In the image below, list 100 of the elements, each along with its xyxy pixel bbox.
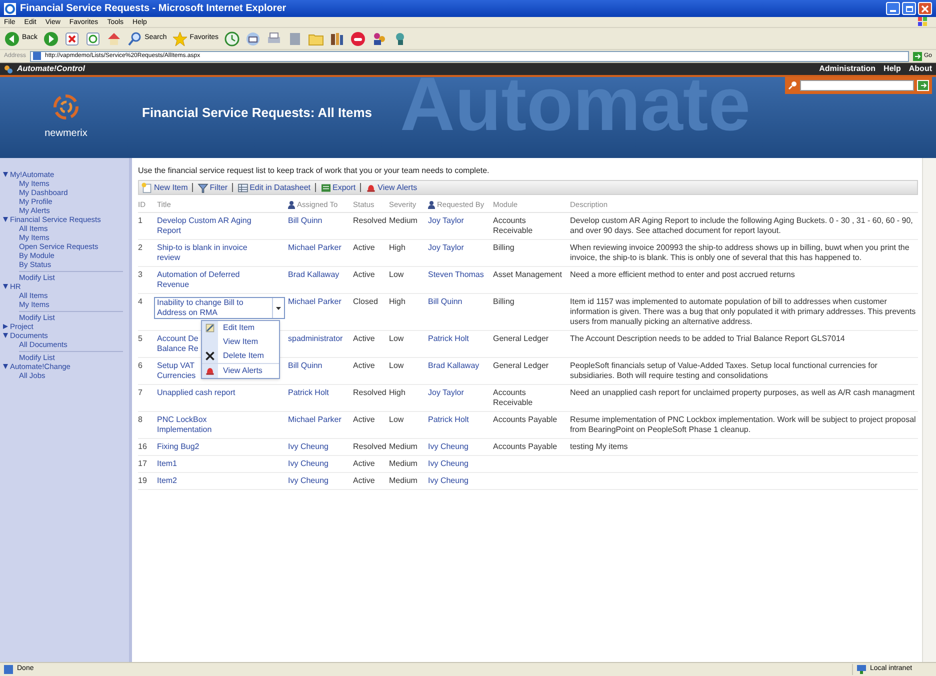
title-link[interactable]: Item1	[157, 459, 285, 470]
toolbar-action[interactable]: View Alerts	[364, 182, 418, 194]
title-link[interactable]: Unapplied cash report	[157, 388, 285, 398]
id-cell-text: 7	[138, 388, 144, 400]
toolbar-icon-button[interactable]	[244, 30, 261, 48]
window-title: Financial Service Requests - Microsoft Internet Explorer	[20, 2, 286, 16]
header-link[interactable]: Administration	[819, 63, 876, 75]
assignee-link[interactable]: Ivy Cheung	[288, 442, 350, 452]
module-cell-text: Accounts Receivable	[493, 216, 534, 236]
close-icon	[921, 4, 929, 12]
page-title: Financial Service Requests: All Items	[142, 104, 372, 122]
toolbar-icon-button[interactable]	[224, 30, 240, 48]
title-link[interactable]: Item2	[157, 476, 285, 486]
module-cell-text: Accounts Payable	[493, 442, 558, 452]
requester-link[interactable]: Patrick Holt	[428, 334, 490, 354]
id-cell-text: 16	[138, 442, 148, 452]
status-cell-text: Active	[353, 415, 376, 426]
module-cell-text: General Ledger	[493, 361, 550, 372]
requester-link[interactable]: Joy Taylor	[428, 216, 490, 236]
toolbar-icon-button[interactable]	[84, 30, 101, 48]
severity-cell-text: Medium	[389, 442, 418, 452]
requester-link[interactable]: Joy Taylor	[428, 388, 490, 408]
assignee-link[interactable]: Bill Quinn	[288, 361, 350, 382]
id-cell-text: 1	[138, 216, 144, 228]
maximize-button[interactable]	[902, 2, 916, 15]
assignee-link[interactable]: Michael Parker	[288, 243, 350, 264]
description-cell-text: Resume implementation of PNC Lockbox implementation. Work will be subject to project proposal from BearingPoint on PeopleSoft Phase 1 cleanup.	[570, 415, 917, 436]
title-link[interactable]: PNC LockBox Implementation	[157, 415, 285, 436]
search-field[interactable]	[800, 80, 914, 91]
header-link[interactable]: Help	[884, 63, 901, 75]
context-menu-item[interactable]: View Alerts	[202, 364, 279, 378]
status-cell: Resolved	[353, 442, 386, 452]
module-cell-text: Billing	[493, 243, 516, 254]
page-icon	[4, 665, 13, 674]
close-button[interactable]	[918, 2, 932, 15]
severity-cell-text: High	[389, 243, 406, 254]
toolbar-icon-button[interactable]	[64, 30, 80, 48]
status-cell-text: Resolved	[353, 216, 386, 228]
requester-link[interactable]: Patrick Holt	[428, 415, 490, 436]
id-cell-text: 17	[138, 459, 148, 470]
toolbar-icon-button[interactable]	[42, 30, 59, 48]
house-icon	[106, 30, 122, 46]
id-cell-text: 3	[138, 270, 144, 282]
description-cell-text: PeopleSoft financials setup of Value-Added Taxes. Setup local functional currencies for subsidiaries. Both will require testing and consolidations	[570, 361, 878, 382]
status-cell-text: Closed	[353, 297, 379, 308]
header-link[interactable]: About	[908, 63, 932, 75]
assignee-link[interactable]: Ivy Cheung	[288, 476, 350, 486]
banner-brand: newmerix	[44, 127, 88, 141]
requester-link[interactable]: Ivy Cheung	[428, 476, 490, 486]
title-link[interactable]: Develop Custom AR Aging Report	[157, 216, 285, 236]
title-link[interactable]: Automation of Deferred Revenue	[157, 270, 285, 290]
spreadsheet-icon	[320, 182, 332, 194]
assignee-link[interactable]: Michael Parker	[288, 415, 350, 436]
description-cell-text: Need a more efficient method to enter and post accrued returns	[570, 270, 796, 282]
toolbar-action[interactable]: Filter	[196, 182, 228, 194]
new-document-icon	[141, 182, 153, 194]
logo-icon	[4, 64, 13, 74]
toolbar-action[interactable]: New Item	[141, 182, 188, 194]
network-icon	[857, 665, 866, 674]
assignee-link[interactable]: Patrick Holt	[288, 388, 350, 408]
person-icon	[288, 200, 295, 209]
description-cell-text: Item id 1157 was implemented to automate population of bill to addresses when customer information is given. There was a bug that only populated it with primary addresses. This prevents users from manually picking an alternative address.	[570, 297, 917, 328]
search-go-button[interactable]	[917, 80, 929, 91]
status-cell-text: Resolved	[353, 388, 386, 400]
grid-icon	[236, 182, 249, 194]
requester-link[interactable]: Steven Thomas	[428, 270, 490, 290]
context-menu-item[interactable]: Delete Item	[202, 349, 279, 364]
page-icon	[33, 52, 42, 60]
key-icon	[788, 81, 797, 90]
requester-link[interactable]: Ivy Cheung	[428, 442, 490, 452]
description-cell-text: When reviewing invoice 200993 the ship-to address shows up in billing, buwt when you print the invoice, the ship-to is blank. This is onbly one of several that this has happened to.	[570, 243, 910, 264]
minimize-button[interactable]	[886, 2, 900, 15]
toolbar-action[interactable]: Edit in Datasheet	[236, 182, 311, 194]
requester-link[interactable]: Ivy Cheung	[428, 459, 490, 470]
assignee-link[interactable]: Michael Parker	[288, 297, 350, 328]
arrow-icon	[920, 82, 926, 89]
context-menu-item[interactable]: Edit Item	[202, 321, 279, 336]
context-menu-item[interactable]: View Item	[202, 335, 279, 350]
assignee-link[interactable]: Ivy Cheung	[288, 459, 350, 470]
assignee-link[interactable]: Bill Quinn	[288, 216, 350, 236]
title-link[interactable]: Fixing Bug2	[157, 442, 285, 452]
status-cell-text: Active	[353, 361, 376, 372]
severity-cell-text: Low	[389, 415, 405, 426]
scrollbar[interactable]	[922, 158, 936, 662]
requester-link[interactable]: Joy Taylor	[428, 243, 490, 264]
severity-cell-text: Medium	[389, 216, 418, 228]
selected-title-box[interactable]: Inability to change Bill to Address on RMA	[154, 297, 285, 320]
id-cell-text: 4	[138, 297, 144, 308]
requester-link[interactable]: Brad Kallaway	[428, 361, 490, 382]
assignee-link[interactable]: spadministrator	[288, 334, 350, 354]
id-cell-text: 8	[138, 415, 144, 426]
assignee-link[interactable]: Brad Kallaway	[288, 270, 350, 290]
requester-link[interactable]: Bill Quinn	[428, 297, 490, 328]
status-cell-text: Active	[353, 334, 376, 346]
toolbar-action[interactable]: Export	[320, 182, 356, 194]
mail-icon	[244, 30, 261, 46]
description-cell-text: The Account Description needs to be added to Trial Balance Report GLS7014	[570, 334, 846, 346]
id-cell-text: 6	[138, 361, 144, 372]
windows-flag-icon	[918, 17, 928, 27]
title-link[interactable]: Ship-to is blank in invoice review	[157, 243, 285, 264]
